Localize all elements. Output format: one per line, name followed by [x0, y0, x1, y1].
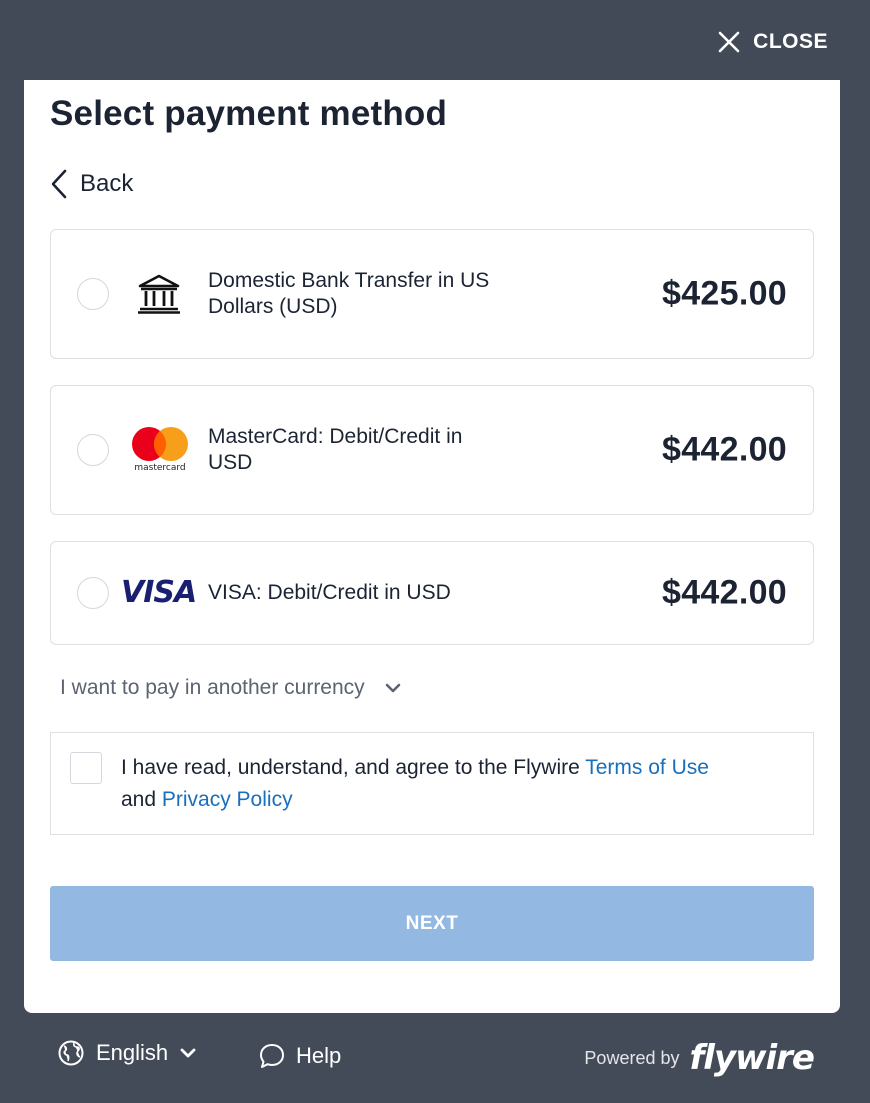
help-label: Help: [296, 1043, 342, 1068]
terms-prefix: I have read, understand, and agree to th…: [121, 756, 586, 779]
other-currency-toggle[interactable]: I want to pay in another currency: [60, 676, 401, 700]
language-label: English: [96, 1040, 169, 1065]
option-amount: $442.00: [661, 573, 787, 612]
powered-by-label: Powered by: [584, 1047, 680, 1068]
powered-by: Powered by flywire: [584, 1038, 815, 1078]
radio-button[interactable]: [77, 434, 109, 466]
option-amount: $442.00: [661, 430, 787, 469]
payment-panel: Select payment method Back Domestic Bank…: [24, 80, 840, 1013]
visa-logo: VISA: [121, 575, 197, 610]
language-selector[interactable]: English: [58, 1040, 196, 1066]
back-link[interactable]: Back: [50, 168, 133, 200]
terms-checkbox[interactable]: [70, 752, 102, 784]
bank-icon: [138, 274, 180, 314]
terms-of-use-link[interactable]: Terms of Use: [585, 756, 709, 779]
next-button[interactable]: NEXT: [50, 886, 814, 961]
flywire-logo: flywire: [689, 1038, 815, 1078]
chevron-down-icon: [385, 683, 400, 693]
close-button[interactable]: CLOSE: [717, 30, 828, 54]
close-label: CLOSE: [753, 30, 828, 53]
payment-option-visa[interactable]: VISA VISA: Debit/Credit in USD $442.00: [50, 541, 814, 645]
option-label: Domestic Bank Transfer in US Dollars (US…: [208, 269, 490, 318]
chevron-left-icon: [51, 169, 67, 199]
mastercard-logo: mastercard: [130, 426, 190, 474]
other-currency-label: I want to pay in another currency: [60, 676, 365, 699]
radio-button[interactable]: [77, 278, 109, 310]
payment-option-mastercard[interactable]: mastercard MasterCard: Debit/Credit in U…: [50, 385, 814, 515]
option-label: VISA: Debit/Credit in USD: [208, 581, 451, 604]
top-bar: CLOSE: [0, 0, 870, 80]
back-label: Back: [80, 170, 134, 197]
chevron-down-icon: [180, 1048, 196, 1058]
chat-bubble-icon: [260, 1044, 284, 1068]
payment-option-bank-transfer[interactable]: Domestic Bank Transfer in US Dollars (US…: [50, 229, 814, 359]
option-amount: $425.00: [661, 274, 787, 313]
terms-agreement: I have read, understand, and agree to th…: [50, 732, 814, 835]
option-label: MasterCard: Debit/Credit in USD: [208, 425, 463, 474]
terms-text: I have read, understand, and agree to th…: [121, 752, 801, 816]
mastercard-wordmark: mastercard: [134, 463, 186, 473]
privacy-policy-link[interactable]: Privacy Policy: [162, 788, 293, 811]
close-icon: [718, 31, 740, 53]
terms-and: and: [121, 788, 162, 811]
page-title: Select payment method: [50, 94, 448, 133]
globe-icon: [58, 1040, 84, 1066]
help-link[interactable]: Help: [258, 1042, 341, 1070]
radio-button[interactable]: [77, 577, 109, 609]
